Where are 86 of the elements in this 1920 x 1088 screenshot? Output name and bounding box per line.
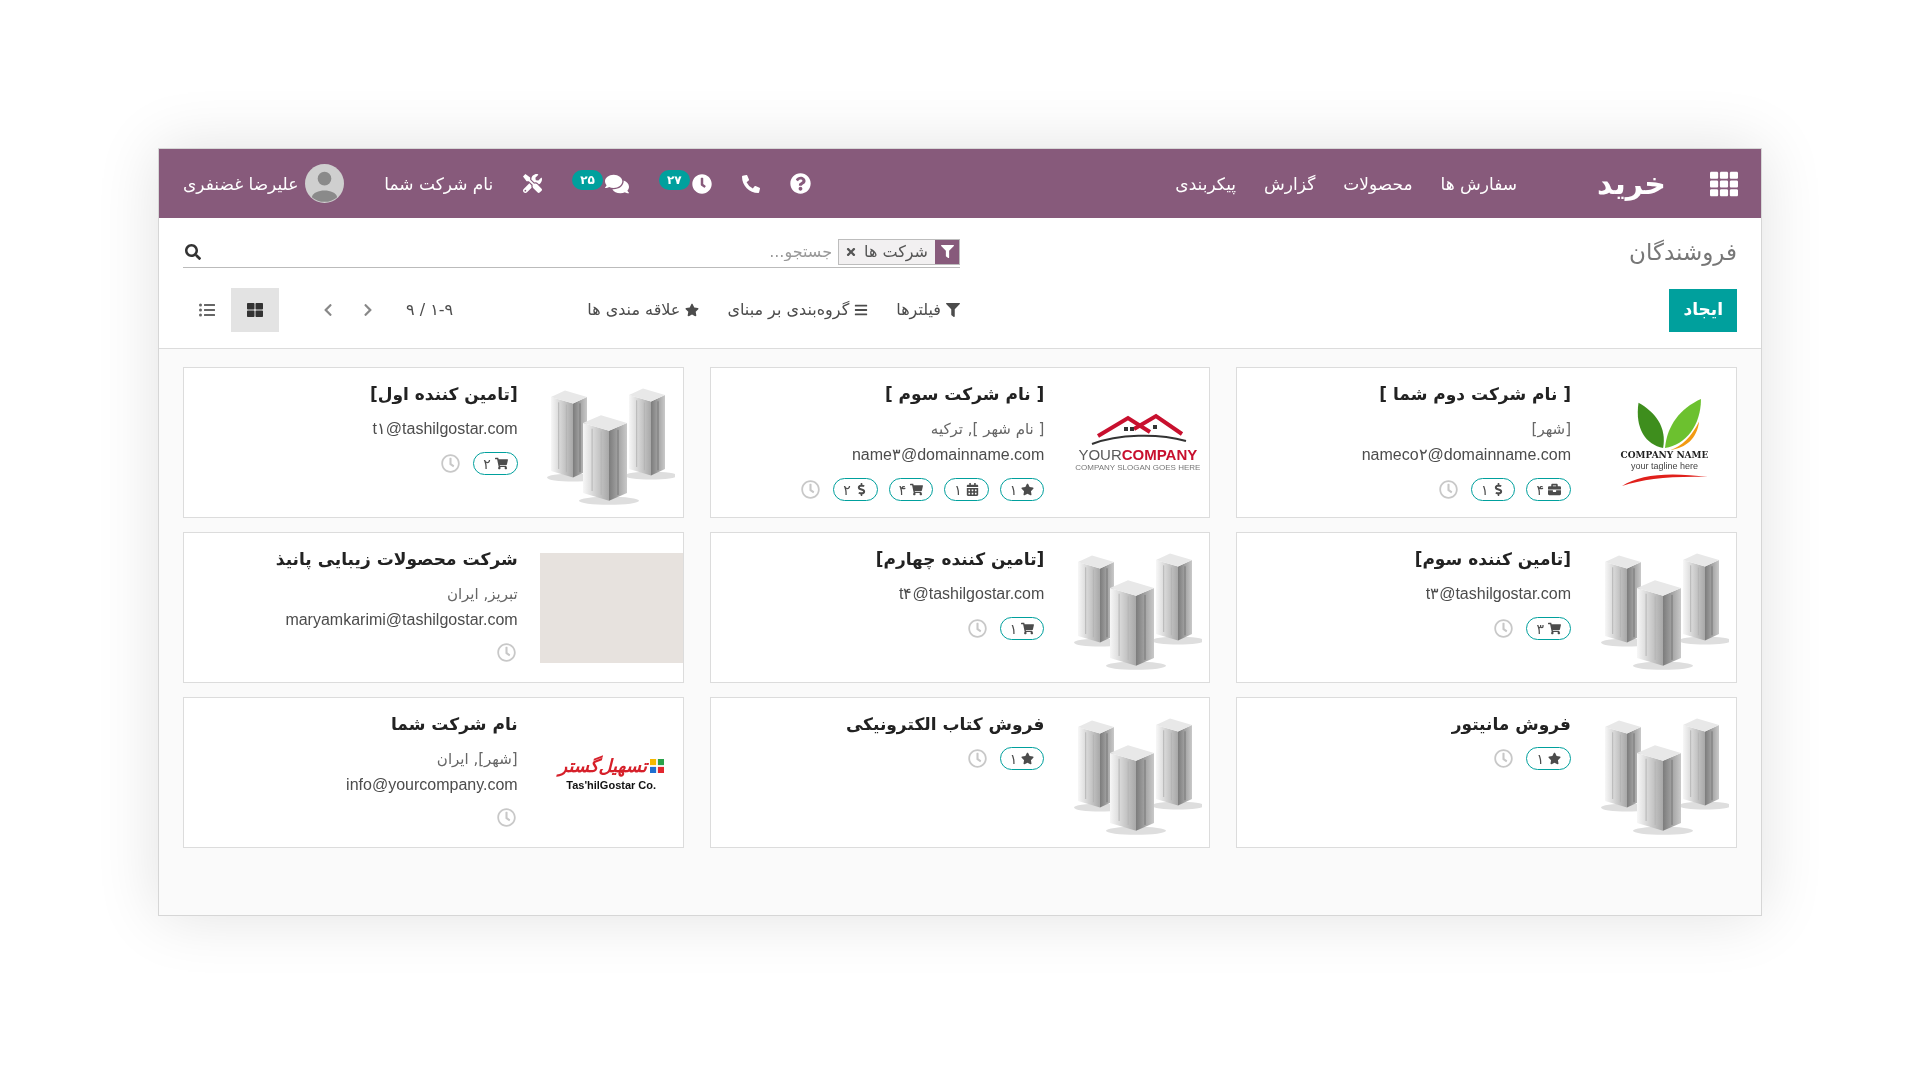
menu-item[interactable]: محصولات bbox=[1343, 171, 1413, 196]
vendor-name: فروش کتاب الکترونیکی bbox=[845, 713, 1045, 737]
badge-count: ۴ bbox=[898, 482, 907, 497]
chat-icon[interactable] bbox=[604, 172, 629, 195]
company-switcher[interactable]: نام شرکت شما bbox=[384, 171, 494, 196]
chevron-left-icon[interactable] bbox=[322, 303, 334, 317]
logo-name: تسهیل‌گستر bbox=[558, 753, 647, 778]
logo-tagline: Tas'hilGostar Co. bbox=[566, 777, 657, 792]
logo-tagline: your tagline here bbox=[1630, 461, 1698, 472]
badge-count: ۳ bbox=[1536, 621, 1544, 636]
close-icon[interactable] bbox=[845, 245, 858, 258]
briefcase-icon bbox=[1548, 483, 1561, 496]
badge-count: ۱ bbox=[954, 482, 962, 497]
cart-icon bbox=[910, 483, 924, 496]
vendor-email: t۳@tashilgostar.com bbox=[1425, 584, 1571, 604]
activity-count-badge: ۲۷ bbox=[658, 169, 690, 190]
search-option-button[interactable]: علاقه مندی ها bbox=[587, 298, 700, 322]
color-squares-icon bbox=[649, 758, 664, 773]
cart-icon bbox=[494, 457, 508, 470]
activity-clock-icon[interactable] bbox=[691, 173, 712, 194]
vendor-email: t۴@tashilgostar.com bbox=[899, 584, 1045, 604]
vendor-name: [ نام شرکت سوم ] bbox=[884, 383, 1045, 407]
vendor-address: [شهر] bbox=[1531, 419, 1571, 440]
vendor-email: maryamkarimi@tashilgostar.com bbox=[285, 610, 518, 630]
help-icon[interactable] bbox=[789, 173, 811, 194]
user-avatar-icon bbox=[305, 164, 345, 203]
vendor-card[interactable]: [تامین کننده سوم] t۳@tashilgostar.com ۳ bbox=[1236, 532, 1737, 683]
apps-menu-icon[interactable] bbox=[1710, 169, 1738, 198]
message-count-badge: ۲۵ bbox=[572, 169, 603, 190]
vendor-name: [تامین کننده سوم] bbox=[1414, 548, 1571, 572]
vendor-email: nameco۲@domainname.com bbox=[1361, 445, 1571, 465]
search-option-button[interactable]: فیلترها bbox=[896, 298, 960, 322]
star-icon bbox=[1548, 752, 1561, 765]
vendor-address: تبریز, ایران bbox=[446, 584, 518, 605]
vendor-email: info@yourcompany.com bbox=[346, 775, 518, 795]
vendor-email: t۱@tashilgostar.com bbox=[372, 419, 518, 439]
facet-label: شرکت ها bbox=[863, 240, 929, 264]
badge-count: ۱ bbox=[1480, 482, 1489, 497]
badge-count: ۴ bbox=[1536, 482, 1544, 497]
cart-icon bbox=[1021, 622, 1035, 635]
badge-count: ۱ bbox=[1009, 751, 1018, 766]
vendor-card[interactable]: [تامین کننده چهارم] t۴@tashilgostar.com ۱ bbox=[709, 532, 1211, 683]
menu-item[interactable]: گزارش bbox=[1264, 171, 1316, 196]
filter-icon bbox=[946, 303, 960, 317]
bars-icon bbox=[854, 303, 869, 317]
star-icon bbox=[1021, 752, 1035, 765]
logo-name: YOURCOMPANY bbox=[1078, 446, 1198, 463]
vendor-card[interactable]: فروش کتاب الکترونیکی ۱ bbox=[709, 697, 1211, 848]
phone-icon[interactable] bbox=[741, 174, 760, 193]
vendor-name: [تامین کننده چهارم] bbox=[875, 548, 1045, 572]
grid-view-icon bbox=[247, 302, 263, 318]
search-input[interactable]: جستجو... bbox=[201, 236, 839, 267]
vendor-name: فروش مانیتور bbox=[1451, 713, 1571, 737]
badge-count: ۲ bbox=[483, 456, 491, 471]
filter-icon bbox=[935, 239, 959, 264]
cart-icon bbox=[1548, 622, 1561, 635]
star-icon bbox=[1021, 483, 1035, 496]
badge-count: ۱ bbox=[1009, 482, 1018, 497]
logo-name: COMPANY NAME bbox=[1620, 450, 1709, 461]
vendor-name: نام شرکت شما bbox=[390, 713, 518, 737]
badge-count: ۱ bbox=[1009, 621, 1018, 636]
vendor-name: [تامین کننده اول] bbox=[370, 383, 518, 407]
search-icon[interactable] bbox=[185, 243, 201, 260]
user-menu[interactable]: علیرضا غضنفری bbox=[183, 164, 345, 203]
pager-value[interactable]: ۱-۹ / ۹ bbox=[406, 298, 454, 322]
star-icon bbox=[685, 303, 700, 317]
view-switch-button[interactable] bbox=[231, 288, 279, 332]
vendor-name: [ نام شرکت دوم شما ] bbox=[1379, 383, 1571, 407]
logo-tagline: COMPANY SLOGAN GOES HERE bbox=[1075, 463, 1201, 473]
vendor-card[interactable]: [تامین کننده اول] t۱@tashilgostar.com ۲ bbox=[183, 367, 684, 518]
search-option-button[interactable]: گروه‌بندی بر مبنای bbox=[727, 298, 869, 322]
vendor-name: شرکت محصولات زیبایی پانیذ bbox=[275, 548, 518, 572]
app-title: خرید bbox=[1597, 164, 1666, 203]
menu-item[interactable]: پیکربندی bbox=[1175, 171, 1237, 196]
tools-icon[interactable] bbox=[523, 174, 543, 193]
badge-count: ۲ bbox=[843, 482, 851, 497]
vendor-email: name۳@domainname.com bbox=[851, 445, 1045, 465]
vendor-address: [شهر], ایران bbox=[436, 749, 518, 770]
breadcrumb: فروشندگان bbox=[1629, 238, 1737, 268]
chevron-right-icon[interactable] bbox=[362, 303, 374, 317]
vendor-address: [ نام شهر ], ترکیه bbox=[930, 419, 1045, 440]
menu-item[interactable]: سفارش ها bbox=[1440, 171, 1518, 196]
calendar-icon bbox=[965, 483, 979, 496]
list-view-icon bbox=[199, 302, 215, 318]
vendor-card[interactable]: فروش مانیتور ۱ bbox=[1236, 697, 1737, 848]
badge-count: ۱ bbox=[1536, 751, 1544, 766]
